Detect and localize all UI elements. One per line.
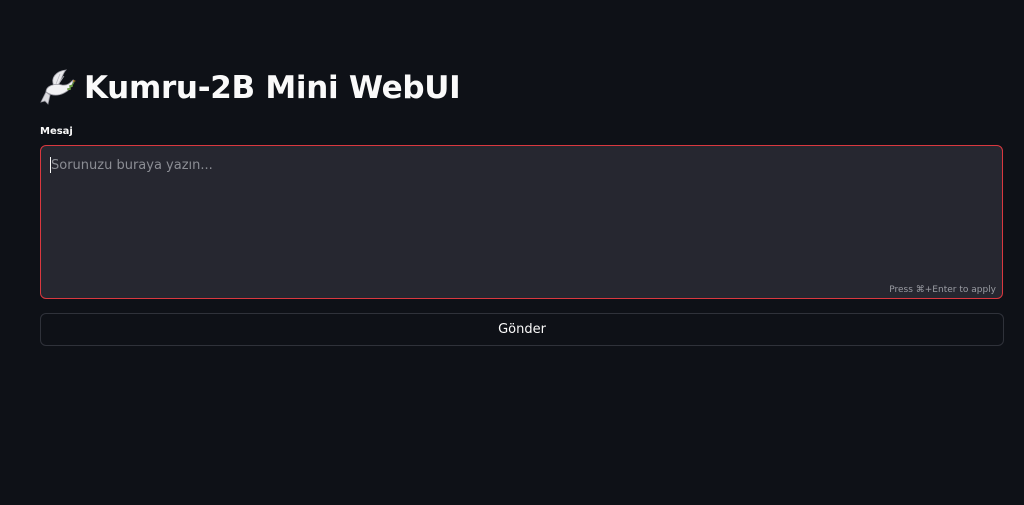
message-field-container: Press ⌘+Enter to apply — [40, 145, 1003, 299]
dove-icon — [40, 68, 76, 108]
message-input[interactable] — [41, 146, 1002, 298]
submit-shortcut-hint: Press ⌘+Enter to apply — [889, 285, 996, 295]
send-button[interactable]: Gönder — [40, 313, 1004, 346]
message-label: Mesaj — [40, 126, 73, 137]
app-page: Kumru-2B Mini WebUI Mesaj Press ⌘+Enter … — [0, 0, 1024, 505]
header: Kumru-2B Mini WebUI — [40, 66, 461, 110]
text-caret — [50, 157, 51, 173]
page-title: Kumru-2B Mini WebUI — [84, 70, 461, 106]
